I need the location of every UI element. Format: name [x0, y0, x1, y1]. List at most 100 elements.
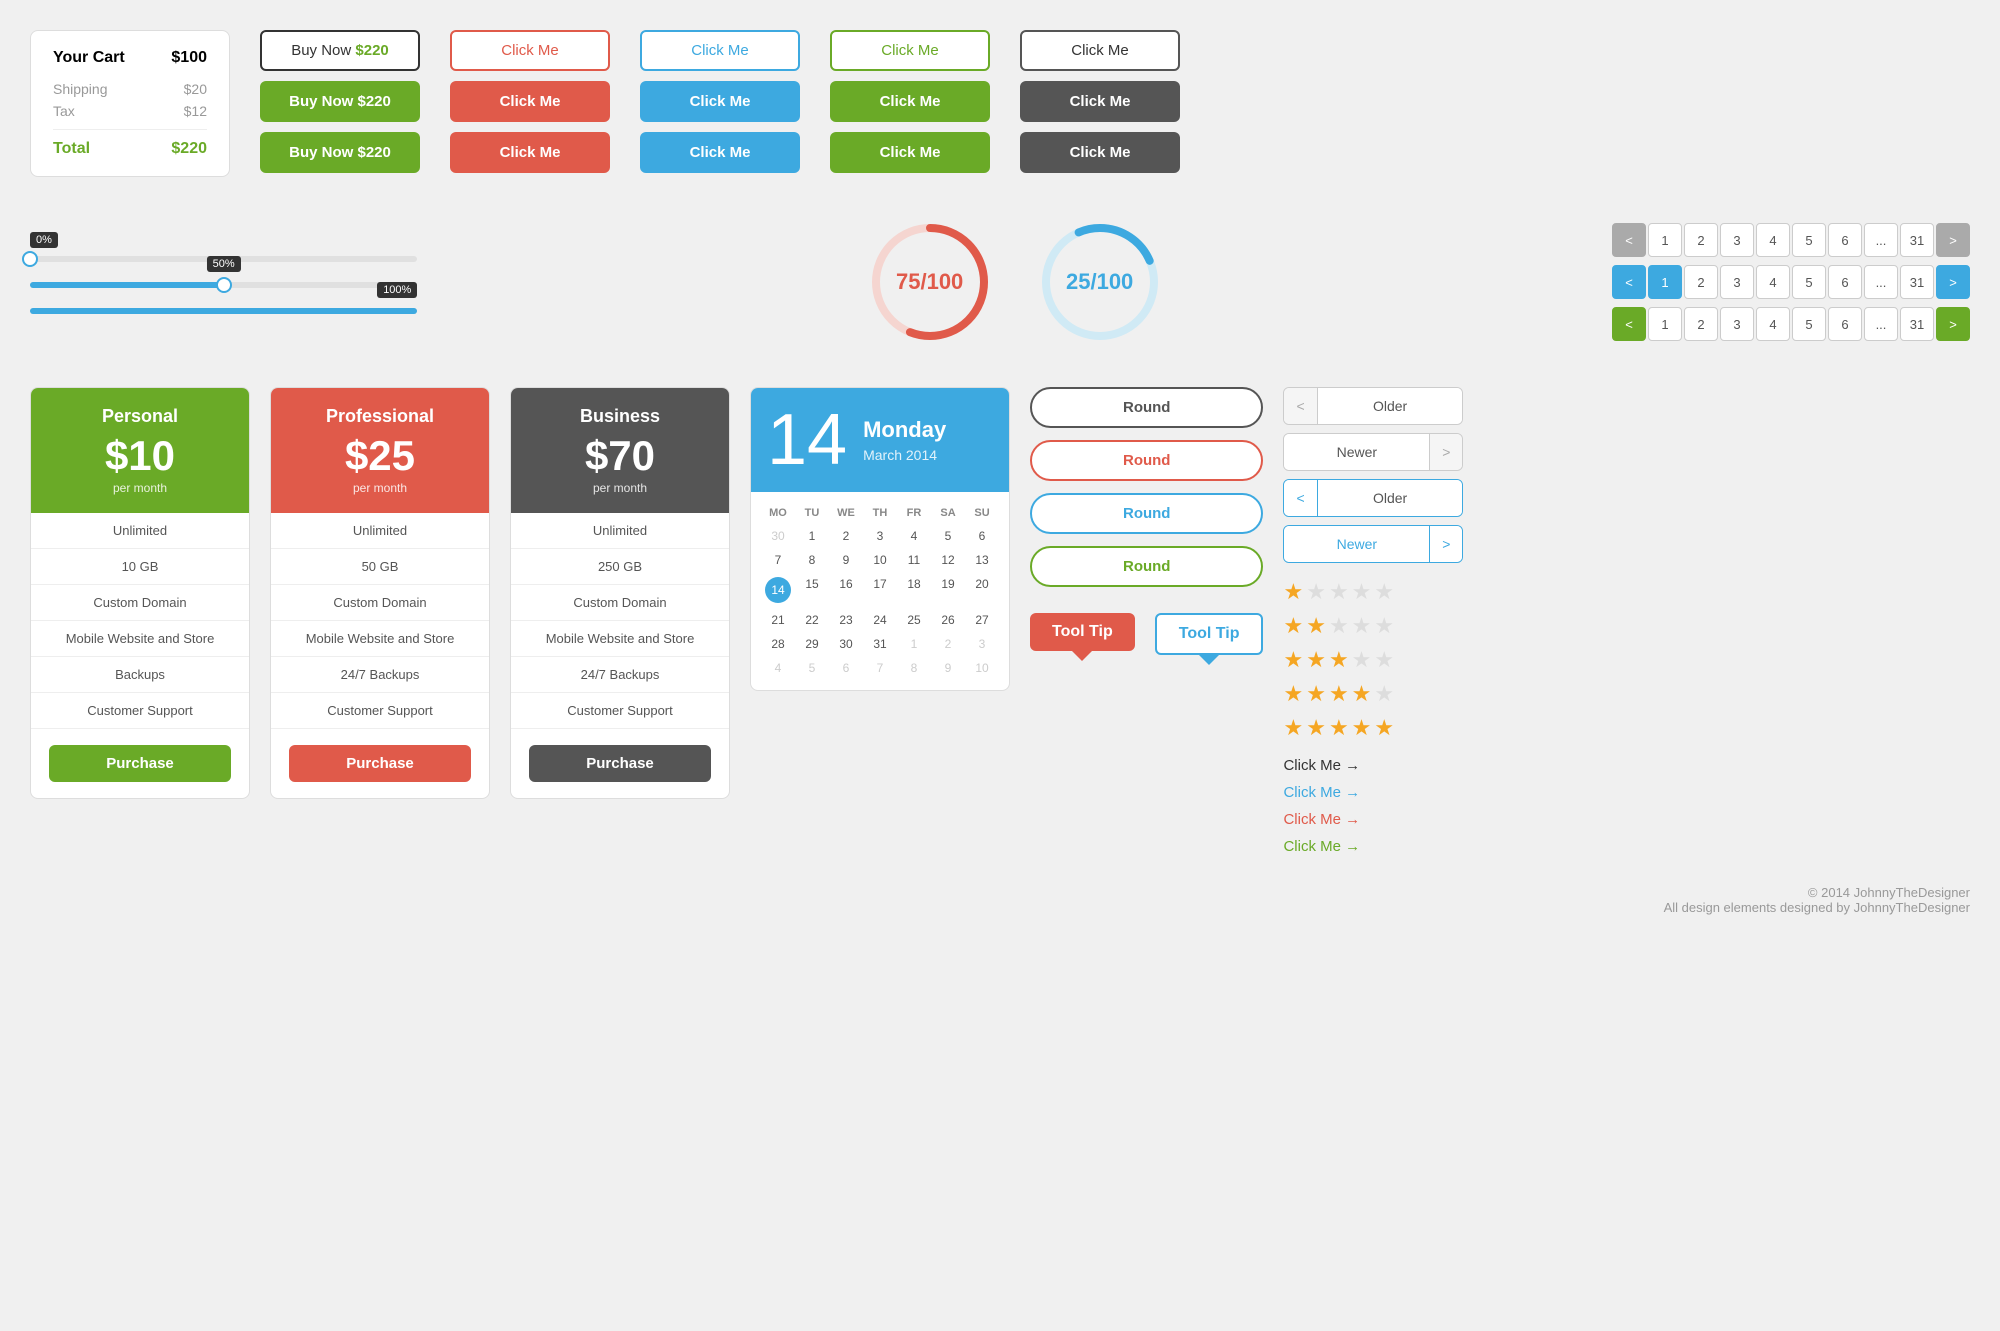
pagination-2-g[interactable]: 2 — [1684, 307, 1718, 341]
star-1-4[interactable]: ★ — [1352, 579, 1372, 605]
pagination-next-green[interactable]: > — [1936, 307, 1970, 341]
click-me-green-outline-button[interactable]: Click Me — [830, 30, 990, 71]
star-5-3[interactable]: ★ — [1329, 715, 1349, 741]
star-2-2[interactable]: ★ — [1306, 613, 1326, 639]
pagination-5-b[interactable]: 5 — [1792, 265, 1826, 299]
cal-2[interactable]: 2 — [829, 524, 863, 548]
cal-1b[interactable]: 1 — [897, 632, 931, 656]
pagination-3[interactable]: 3 — [1720, 223, 1754, 257]
pagination-4[interactable]: 4 — [1756, 223, 1790, 257]
pagination-5[interactable]: 5 — [1792, 223, 1826, 257]
click-me-blue-filled2-button[interactable]: Click Me — [640, 132, 800, 173]
star-2-1[interactable]: ★ — [1283, 613, 1303, 639]
star-5-5[interactable]: ★ — [1374, 715, 1394, 741]
pagination-31-g[interactable]: 31 — [1900, 307, 1934, 341]
cal-23[interactable]: 23 — [829, 608, 863, 632]
cal-25[interactable]: 25 — [897, 608, 931, 632]
pagination-6-b[interactable]: 6 — [1828, 265, 1862, 299]
cal-9[interactable]: 9 — [829, 548, 863, 572]
cal-22[interactable]: 22 — [795, 608, 829, 632]
older-label-1[interactable]: Older — [1318, 388, 1463, 424]
cal-14[interactable]: 14 — [761, 572, 795, 608]
star-5-1[interactable]: ★ — [1283, 715, 1303, 741]
star-2-3[interactable]: ★ — [1329, 613, 1349, 639]
star-3-3[interactable]: ★ — [1329, 647, 1349, 673]
cal-10b[interactable]: 10 — [965, 656, 999, 680]
star-4-5[interactable]: ★ — [1374, 681, 1394, 707]
cal-2b[interactable]: 2 — [931, 632, 965, 656]
star-5-2[interactable]: ★ — [1306, 715, 1326, 741]
pagination-next-blue[interactable]: > — [1936, 265, 1970, 299]
cal-4b[interactable]: 4 — [761, 656, 795, 680]
click-me-dark-filled2-button[interactable]: Click Me — [1020, 132, 1180, 173]
pagination-31[interactable]: 31 — [1900, 223, 1934, 257]
star-3-5[interactable]: ★ — [1374, 647, 1394, 673]
cal-17[interactable]: 17 — [863, 572, 897, 608]
click-link-blue[interactable]: Click Me → — [1283, 784, 1463, 801]
slider-50-track[interactable] — [30, 282, 417, 288]
pagination-3-b[interactable]: 3 — [1720, 265, 1754, 299]
cal-19[interactable]: 19 — [931, 572, 965, 608]
star-1-5[interactable]: ★ — [1374, 579, 1394, 605]
pagination-prev-green[interactable]: < — [1612, 307, 1646, 341]
cal-5b[interactable]: 5 — [795, 656, 829, 680]
slider-100-track[interactable] — [30, 308, 417, 314]
cal-30[interactable]: 30 — [761, 524, 795, 548]
click-link-dark[interactable]: Click Me → — [1283, 757, 1463, 774]
cal-13[interactable]: 13 — [965, 548, 999, 572]
cal-11[interactable]: 11 — [897, 548, 931, 572]
star-3-4[interactable]: ★ — [1352, 647, 1372, 673]
pagination-1-blue[interactable]: 1 — [1648, 265, 1682, 299]
star-4-4[interactable]: ★ — [1352, 681, 1372, 707]
cal-8[interactable]: 8 — [795, 548, 829, 572]
cal-20[interactable]: 20 — [965, 572, 999, 608]
cal-9b[interactable]: 9 — [931, 656, 965, 680]
pagination-1[interactable]: 1 — [1648, 223, 1682, 257]
pagination-6[interactable]: 6 — [1828, 223, 1862, 257]
slider-50-thumb[interactable] — [216, 277, 232, 293]
older-label-2[interactable]: Older — [1318, 480, 1463, 516]
professional-purchase-button[interactable]: Purchase — [289, 745, 471, 782]
pagination-2[interactable]: 2 — [1684, 223, 1718, 257]
newer-label-2[interactable]: Newer — [1284, 526, 1429, 562]
pagination-31-b[interactable]: 31 — [1900, 265, 1934, 299]
star-5-4[interactable]: ★ — [1352, 715, 1372, 741]
cal-26[interactable]: 26 — [931, 608, 965, 632]
cal-5[interactable]: 5 — [931, 524, 965, 548]
click-me-green-filled2-button[interactable]: Click Me — [830, 132, 990, 173]
pagination-5-g[interactable]: 5 — [1792, 307, 1826, 341]
click-me-blue-filled1-button[interactable]: Click Me — [640, 81, 800, 122]
cal-18[interactable]: 18 — [897, 572, 931, 608]
cal-4[interactable]: 4 — [897, 524, 931, 548]
star-4-3[interactable]: ★ — [1329, 681, 1349, 707]
click-link-green[interactable]: Click Me → — [1283, 838, 1463, 855]
cal-15[interactable]: 15 — [795, 572, 829, 608]
cal-12[interactable]: 12 — [931, 548, 965, 572]
click-link-orange[interactable]: Click Me → — [1283, 811, 1463, 828]
cal-24[interactable]: 24 — [863, 608, 897, 632]
cal-10[interactable]: 10 — [863, 548, 897, 572]
click-me-blue-outline-button[interactable]: Click Me — [640, 30, 800, 71]
pagination-next-gray[interactable]: > — [1936, 223, 1970, 257]
round-btn-red[interactable]: Round — [1030, 440, 1263, 481]
cal-29[interactable]: 29 — [795, 632, 829, 656]
cal-1[interactable]: 1 — [795, 524, 829, 548]
newer-label-1[interactable]: Newer — [1284, 434, 1429, 470]
pagination-4-g[interactable]: 4 — [1756, 307, 1790, 341]
cal-6[interactable]: 6 — [965, 524, 999, 548]
click-me-red-filled1-button[interactable]: Click Me — [450, 81, 610, 122]
star-3-1[interactable]: ★ — [1283, 647, 1303, 673]
click-me-green-filled1-button[interactable]: Click Me — [830, 81, 990, 122]
click-me-red-filled2-button[interactable]: Click Me — [450, 132, 610, 173]
pagination-1-g[interactable]: 1 — [1648, 307, 1682, 341]
click-me-dark-outline-button[interactable]: Click Me — [1020, 30, 1180, 71]
click-me-red-outline-button[interactable]: Click Me — [450, 30, 610, 71]
buy-now-green2-button[interactable]: Buy Now $220 — [260, 132, 420, 173]
cal-30b[interactable]: 30 — [829, 632, 863, 656]
star-2-5[interactable]: ★ — [1374, 613, 1394, 639]
cal-8b[interactable]: 8 — [897, 656, 931, 680]
star-1-2[interactable]: ★ — [1306, 579, 1326, 605]
star-1-3[interactable]: ★ — [1329, 579, 1349, 605]
cal-21[interactable]: 21 — [761, 608, 795, 632]
cal-28[interactable]: 28 — [761, 632, 795, 656]
